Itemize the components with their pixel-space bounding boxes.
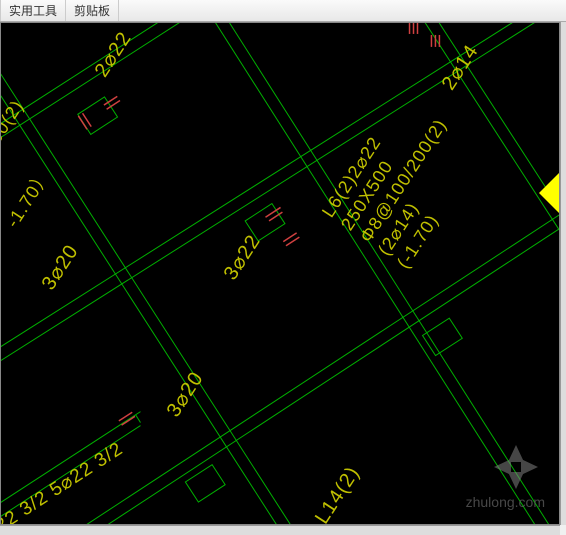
watermark-logo <box>491 442 541 492</box>
drawing-canvas[interactable] <box>1 23 559 524</box>
menu-clipboard[interactable]: 剪贴板 <box>66 0 119 21</box>
watermark-text: zhulong.com <box>466 494 545 510</box>
menu-tools[interactable]: 实用工具 <box>0 0 66 21</box>
scrollbar-horizontal[interactable] <box>0 525 560 535</box>
beam-grid <box>1 23 559 524</box>
marker-triangle <box>539 173 559 213</box>
cad-viewport[interactable]: 2⌀22 2⌀14 200(2) -1.70） 3⌀20 3⌀22 L6(2)2… <box>0 22 560 525</box>
menu-bar: 实用工具 剪贴板 <box>0 0 566 22</box>
scrollbar-vertical[interactable] <box>560 22 566 525</box>
